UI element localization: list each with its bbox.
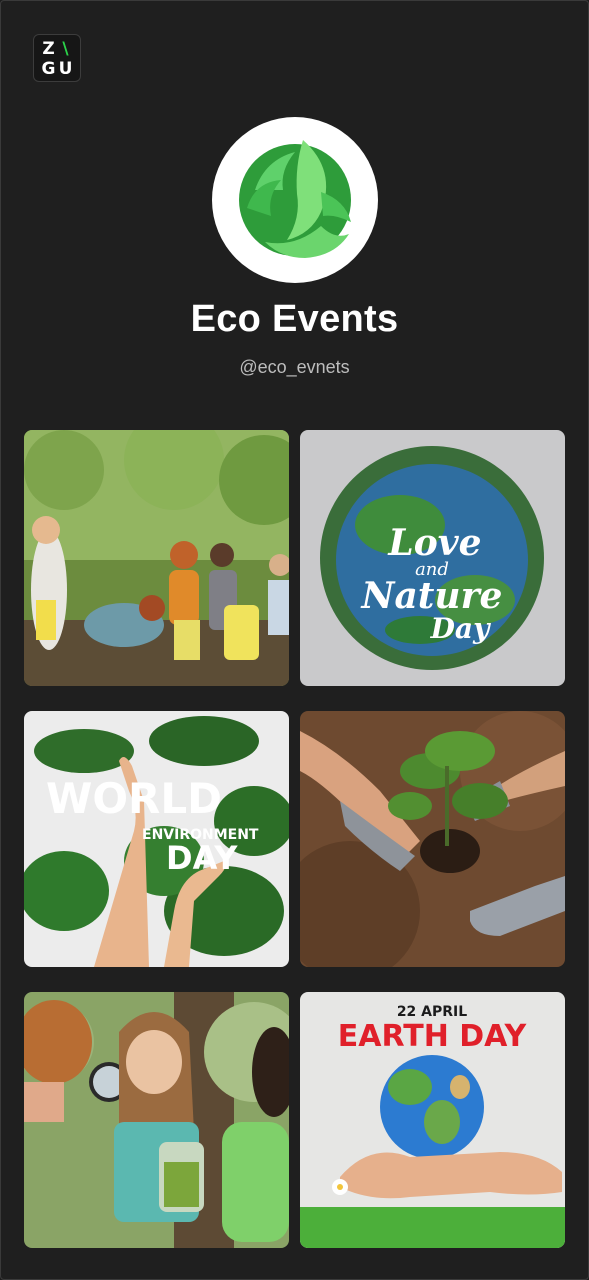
post-planting-photo[interactable] bbox=[300, 711, 565, 967]
earth-day-title: EARTH DAY bbox=[338, 1019, 528, 1054]
world-text: WORLD bbox=[46, 774, 222, 823]
logo-letter-g: G bbox=[41, 59, 56, 79]
leaf-logo-icon bbox=[239, 140, 351, 258]
post-earth-day[interactable]: 22 APRIL EARTH DAY bbox=[300, 992, 565, 1248]
profile-avatar[interactable] bbox=[212, 117, 378, 283]
love-text: Love bbox=[387, 522, 481, 564]
love-nature-day-image: Love and Nature Day bbox=[300, 430, 565, 686]
day-text: DAY bbox=[166, 839, 238, 877]
logo-slash-icon: \ bbox=[62, 39, 69, 59]
planting-photo-image bbox=[300, 711, 565, 967]
nature-text: Nature bbox=[361, 575, 503, 617]
brand-logo[interactable]: Z \ G U bbox=[33, 34, 81, 82]
profile-name: Eco Events bbox=[190, 298, 399, 340]
cleanup-photo-image bbox=[24, 430, 289, 686]
day-text: Day bbox=[430, 612, 491, 645]
post-world-environment-day[interactable]: WORLD ENVIRONMENT DAY bbox=[24, 711, 289, 967]
logo-letter-u: U bbox=[58, 59, 73, 79]
magnifier-kids-photo-image bbox=[24, 992, 289, 1248]
post-magnifier-kids-photo[interactable] bbox=[24, 992, 289, 1248]
logo-letter-z: Z bbox=[42, 39, 55, 59]
post-cleanup-photo[interactable] bbox=[24, 430, 289, 686]
earth-day-date: 22 APRIL bbox=[397, 1004, 467, 1020]
world-environment-day-image: WORLD ENVIRONMENT DAY bbox=[24, 711, 289, 967]
earth-day-image: 22 APRIL EARTH DAY bbox=[300, 992, 565, 1248]
post-love-nature-day[interactable]: Love and Nature Day bbox=[300, 430, 565, 686]
profile-handle: @eco_evnets bbox=[239, 357, 350, 377]
